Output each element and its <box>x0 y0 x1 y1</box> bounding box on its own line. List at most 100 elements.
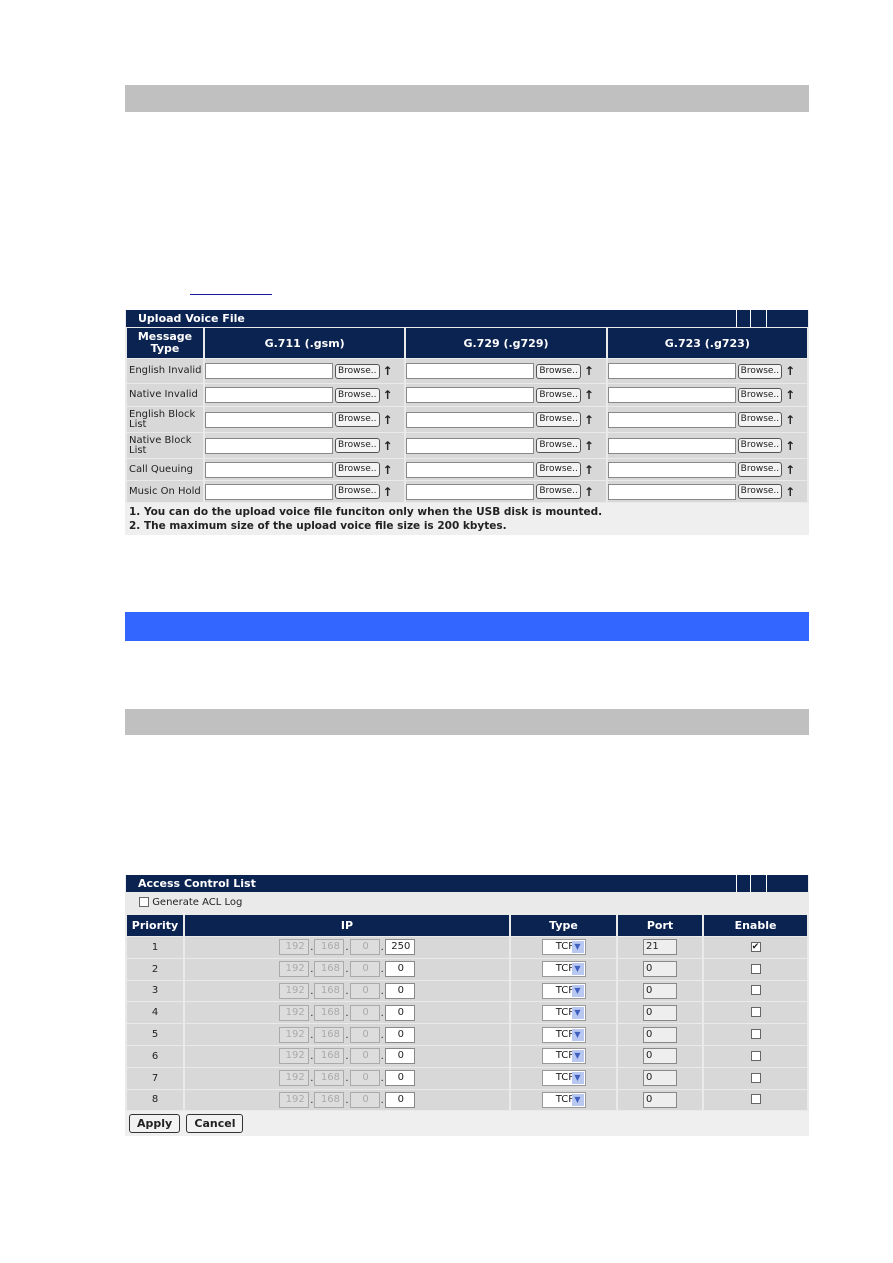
file-path-input[interactable] <box>607 483 736 500</box>
up-arrow-icon[interactable]: ↑ <box>785 388 795 402</box>
up-arrow-icon[interactable]: ↑ <box>584 388 594 402</box>
enable-checkbox[interactable] <box>750 1007 761 1018</box>
file-path-input[interactable] <box>205 437 333 454</box>
apply-button[interactable]: Apply <box>129 1114 181 1134</box>
ip-octet-input: 168 <box>314 939 345 956</box>
port-input[interactable]: 0 <box>643 1048 677 1065</box>
priority-cell: 4 <box>127 1002 183 1024</box>
enable-checkbox[interactable] <box>750 1094 761 1105</box>
ip-cell: 192. 168. 0. 0 <box>185 980 509 1002</box>
port-input[interactable]: 0 <box>643 1004 677 1021</box>
enable-checkbox[interactable] <box>750 963 761 974</box>
file-path-input[interactable] <box>205 483 333 500</box>
enable-checkbox[interactable] <box>750 985 761 996</box>
upload-cell: Browse.. ↑ <box>406 407 606 432</box>
file-path-input[interactable] <box>406 363 535 379</box>
access-control-list-panel: Access Control List Generate ACL Log Pri… <box>125 875 809 1137</box>
file-path-input[interactable] <box>607 411 736 428</box>
port-input[interactable]: 0 <box>643 1026 677 1043</box>
browse-button[interactable]: Browse.. <box>737 438 783 453</box>
up-arrow-icon[interactable]: ↑ <box>383 364 393 378</box>
browse-button[interactable]: Browse.. <box>737 363 783 379</box>
up-arrow-icon[interactable]: ↑ <box>383 439 393 453</box>
up-arrow-icon[interactable]: ↑ <box>584 413 594 427</box>
file-path-input[interactable] <box>406 387 535 403</box>
upload-cell: Browse.. ↑ <box>406 481 606 502</box>
type-select[interactable]: TCP ▼ <box>541 982 586 999</box>
up-arrow-icon[interactable]: ↑ <box>785 413 795 427</box>
port-input[interactable]: 0 <box>643 982 677 999</box>
browse-button[interactable]: Browse.. <box>536 438 581 453</box>
browse-button[interactable]: Browse.. <box>737 484 783 499</box>
up-arrow-icon[interactable]: ↑ <box>383 463 393 477</box>
browse-button[interactable]: Browse.. <box>335 484 380 499</box>
type-select[interactable]: TCP ▼ <box>541 1004 586 1021</box>
priority-cell: 5 <box>127 1024 183 1045</box>
ip-octet-input: 168 <box>314 1091 345 1108</box>
type-select[interactable]: TCP ▼ <box>541 961 586 978</box>
file-path-input[interactable] <box>406 483 535 500</box>
file-path-input[interactable] <box>205 461 333 478</box>
ip-octet-input[interactable]: 0 <box>384 961 415 978</box>
type-select[interactable]: TCP ▼ <box>541 1048 586 1065</box>
up-arrow-icon[interactable]: ↑ <box>584 463 594 477</box>
browse-button[interactable]: Browse.. <box>536 484 581 499</box>
ip-octet-input[interactable]: 250 <box>384 939 415 956</box>
ip-cell: 192. 168. 0. 250 <box>185 937 509 958</box>
up-arrow-icon[interactable]: ↑ <box>785 364 795 378</box>
enable-checkbox[interactable] <box>750 1050 761 1061</box>
ip-octet-input: 0 <box>349 982 380 999</box>
port-input[interactable]: 0 <box>643 1091 677 1108</box>
up-arrow-icon[interactable]: ↑ <box>785 463 795 477</box>
file-path-input[interactable] <box>607 461 736 478</box>
up-arrow-icon[interactable]: ↑ <box>584 485 594 499</box>
file-path-input[interactable] <box>607 387 736 403</box>
ip-octet-input[interactable]: 0 <box>384 1026 415 1043</box>
file-path-input[interactable] <box>406 437 535 454</box>
enable-checkbox[interactable]: ✔ <box>750 941 761 952</box>
cancel-button[interactable]: Cancel <box>186 1114 244 1134</box>
enable-checkbox[interactable] <box>750 1029 761 1040</box>
enable-checkbox[interactable] <box>750 1072 761 1083</box>
file-path-input[interactable] <box>205 387 333 403</box>
ip-octet-input[interactable]: 0 <box>384 1091 415 1108</box>
browse-button[interactable]: Browse.. <box>536 462 581 477</box>
port-input[interactable]: 0 <box>643 1070 677 1087</box>
type-select[interactable]: TCP ▼ <box>541 1091 586 1108</box>
hyperlink-underline[interactable] <box>190 294 272 295</box>
up-arrow-icon[interactable]: ↑ <box>383 485 393 499</box>
type-select[interactable]: TCP ▼ <box>541 939 586 956</box>
port-input[interactable]: 21 <box>643 939 677 956</box>
browse-button[interactable]: Browse.. <box>335 412 380 427</box>
file-path-input[interactable] <box>205 363 333 379</box>
file-path-input[interactable] <box>406 411 535 428</box>
up-arrow-icon[interactable]: ↑ <box>383 413 393 427</box>
file-path-input[interactable] <box>406 461 535 478</box>
type-select[interactable]: TCP ▼ <box>541 1070 586 1087</box>
up-arrow-icon[interactable]: ↑ <box>383 388 393 402</box>
ip-octet-input[interactable]: 0 <box>384 982 415 999</box>
file-path-input[interactable] <box>205 411 333 428</box>
browse-button[interactable]: Browse.. <box>536 412 581 427</box>
up-arrow-icon[interactable]: ↑ <box>584 439 594 453</box>
up-arrow-icon[interactable]: ↑ <box>584 364 594 378</box>
browse-button[interactable]: Browse.. <box>737 462 783 477</box>
type-select[interactable]: TCP ▼ <box>541 1026 586 1043</box>
browse-button[interactable]: Browse.. <box>335 363 380 379</box>
generate-acl-log-checkbox[interactable] <box>139 897 149 907</box>
ip-octet-input[interactable]: 0 <box>384 1048 415 1065</box>
port-input[interactable]: 0 <box>643 961 677 978</box>
up-arrow-icon[interactable]: ↑ <box>785 485 795 499</box>
browse-button[interactable]: Browse.. <box>737 412 783 427</box>
browse-button[interactable]: Browse.. <box>536 387 581 403</box>
file-path-input[interactable] <box>607 363 736 379</box>
browse-button[interactable]: Browse.. <box>335 438 380 453</box>
browse-button[interactable]: Browse.. <box>335 462 380 477</box>
ip-octet-input[interactable]: 0 <box>384 1070 415 1087</box>
up-arrow-icon[interactable]: ↑ <box>785 439 795 453</box>
browse-button[interactable]: Browse.. <box>335 387 380 403</box>
browse-button[interactable]: Browse.. <box>536 363 581 379</box>
browse-button[interactable]: Browse.. <box>737 387 783 403</box>
file-path-input[interactable] <box>607 437 736 454</box>
ip-octet-input[interactable]: 0 <box>384 1004 415 1021</box>
